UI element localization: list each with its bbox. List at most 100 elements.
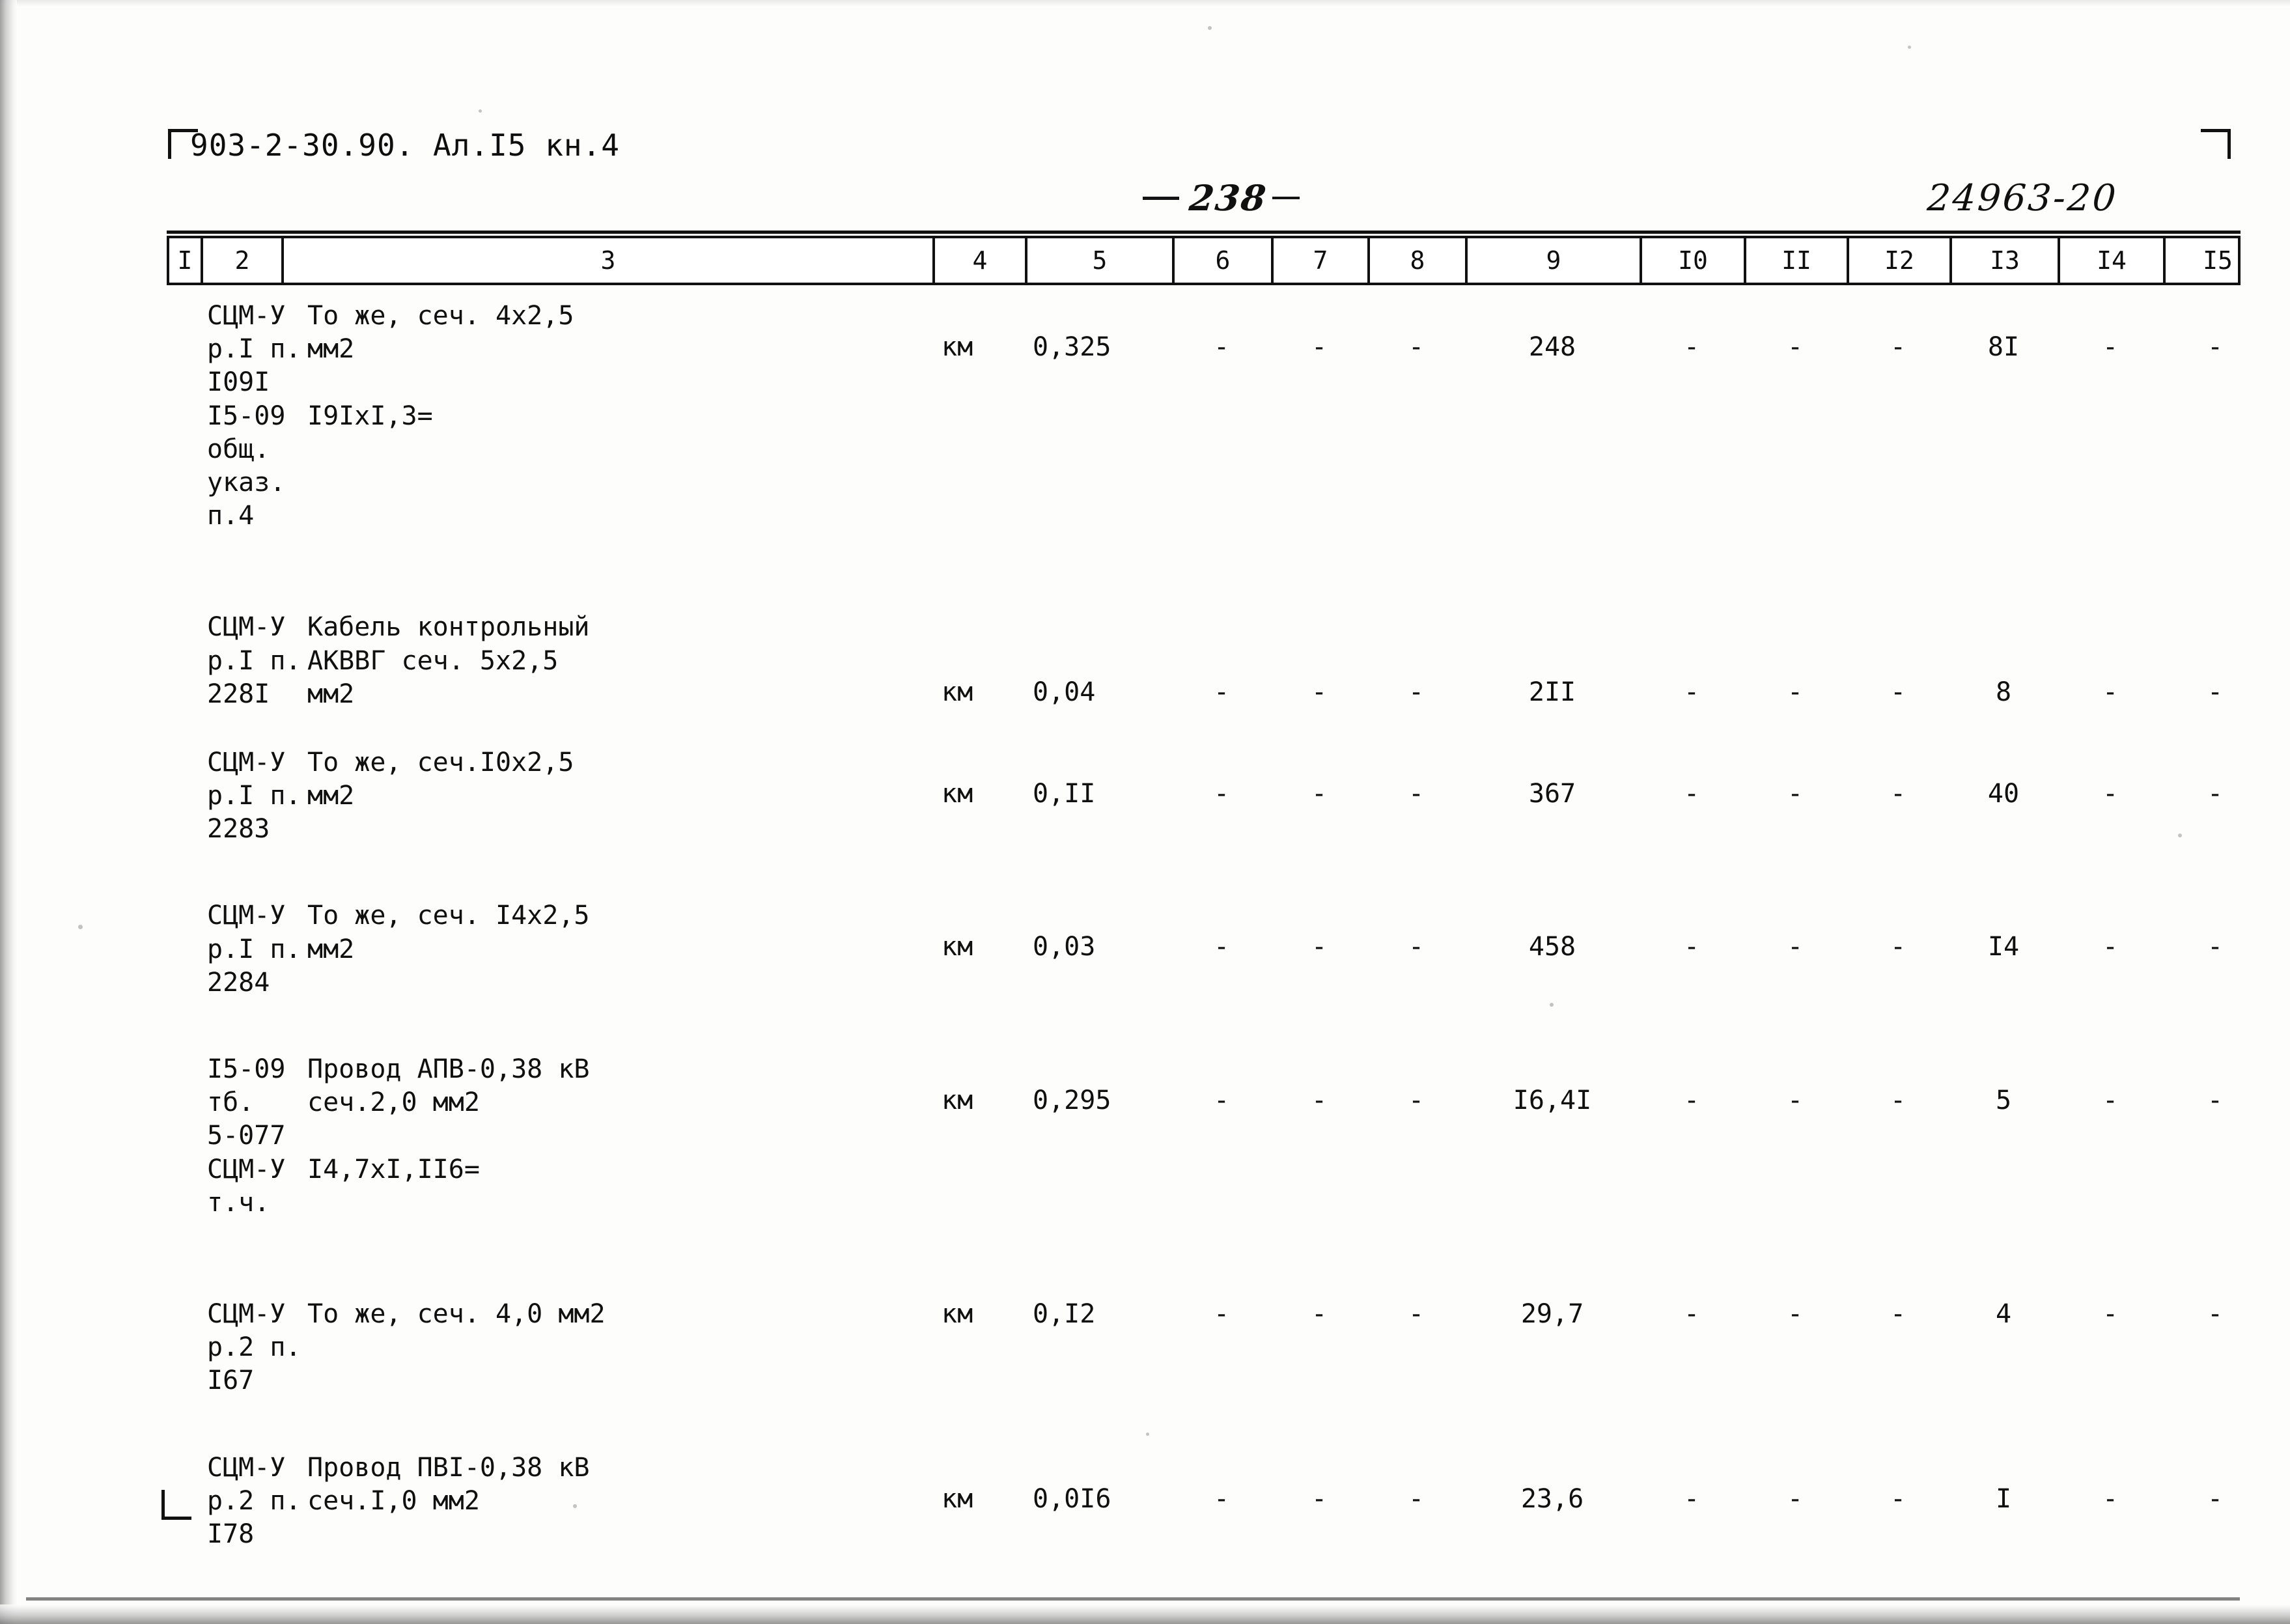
cell-col13: 8 xyxy=(1995,677,2012,708)
cell-col2-reference: I5-09 тб. 5-077 СЦМ-У т.ч. xyxy=(207,1054,286,1218)
column-header-2: 2 xyxy=(203,238,284,283)
scan-speckle xyxy=(479,109,482,113)
cell-col5-quantity: 0,03 xyxy=(1033,932,1096,962)
cell-col14: - xyxy=(2102,1483,2119,1514)
cell-col3-description: Провод АПВ-0,38 кВ сеч.2,0 мм2 I4,7xI,II… xyxy=(307,1054,590,1184)
cell-col2-reference: СЦМ-У р.I п. 2284 xyxy=(207,901,301,998)
cell-col3-description: То же, сеч. I4х2,5 мм2 xyxy=(307,901,590,964)
scan-edge-top xyxy=(0,0,2290,7)
cell-col12: - xyxy=(1890,1483,1906,1514)
cell-col2-reference: СЦМ-У р.I п. I09I I5-09 общ. указ. п.4 xyxy=(207,301,301,531)
cell-col6: - xyxy=(1213,1298,1230,1329)
cell-col13: 8I xyxy=(1987,332,2020,362)
document-code: 903-2-30.90. Ал.I5 кн.4 xyxy=(190,128,620,163)
cell-col15: - xyxy=(2207,1483,2224,1514)
cell-col15: - xyxy=(2207,677,2224,708)
cell-col10: - xyxy=(1683,332,1700,362)
cell-col7: - xyxy=(1311,778,1328,809)
cell-col8: - xyxy=(1408,677,1425,708)
cell-col3-description: То же, сеч. 4,0 мм2 xyxy=(307,1298,606,1329)
table-row: СЦМ-У р.I п. 2283 То же, сеч.I0х2,5 мм2 … xyxy=(167,746,2241,847)
column-header-7: 7 xyxy=(1274,238,1370,283)
cell-col3-description: Провод ПВI-0,38 кВ сеч.I,0 мм2 xyxy=(307,1452,590,1516)
cell-col4-unit: км xyxy=(942,778,973,809)
column-header-8: 8 xyxy=(1370,238,1468,283)
cell-col15: - xyxy=(2207,778,2224,809)
cell-col9: 2II xyxy=(1528,677,1576,708)
column-header-6: 6 xyxy=(1175,238,1274,283)
row-spacer xyxy=(167,846,2241,899)
table-row: СЦМ-У р.I п. 2284 То же, сеч. I4х2,5 мм2… xyxy=(167,899,2241,1000)
column-header-4: 4 xyxy=(935,238,1027,283)
cell-col3-description: То же, сеч.I0х2,5 мм2 xyxy=(307,747,574,811)
cell-col15: - xyxy=(2207,1298,2224,1329)
column-header-12: I2 xyxy=(1849,238,1952,283)
cell-col10: - xyxy=(1683,1483,1700,1514)
cell-col8: - xyxy=(1408,332,1425,362)
cell-col6: - xyxy=(1213,778,1230,809)
cell-col11: - xyxy=(1787,1483,1804,1514)
cell-col10: - xyxy=(1683,677,1700,708)
cell-col9: 23,6 xyxy=(1520,1483,1584,1514)
cell-col10: - xyxy=(1683,932,1700,962)
cell-col12: - xyxy=(1890,1085,1906,1115)
cell-col14: - xyxy=(2102,1298,2119,1329)
cell-col7: - xyxy=(1311,677,1328,708)
cell-col4-unit: км xyxy=(942,1085,973,1115)
page-number-group: 238 xyxy=(1143,177,1300,219)
page-number-dash-right xyxy=(1272,197,1300,199)
cell-col7: - xyxy=(1311,1483,1328,1514)
cell-col12: - xyxy=(1890,677,1906,708)
cell-col9: I6,4I xyxy=(1513,1085,1592,1115)
cell-col2-reference: СЦМ-У р.I п. 228I xyxy=(207,612,301,709)
cell-col6: - xyxy=(1213,1483,1230,1514)
cell-col2-reference: СЦМ-У р.2 п. I67 xyxy=(207,1298,301,1396)
corner-mark-top-right xyxy=(2201,129,2231,159)
cell-col5-quantity: 0,04 xyxy=(1033,677,1096,708)
cell-col7: - xyxy=(1311,932,1328,962)
cell-col11: - xyxy=(1787,1085,1804,1115)
cell-col11: - xyxy=(1787,778,1804,809)
cell-col9: 458 xyxy=(1528,932,1576,962)
cell-col11: - xyxy=(1787,332,1804,362)
cell-col14: - xyxy=(2102,932,2119,962)
column-header-13: I3 xyxy=(1952,238,2060,283)
cell-col8: - xyxy=(1408,932,1425,962)
table-row: СЦМ-У р.I п. 228I Кабель контрольный АКВ… xyxy=(167,611,2241,711)
cell-col5-quantity: 0,II xyxy=(1033,778,1096,809)
cell-col12: - xyxy=(1890,778,1906,809)
table-body: СЦМ-У р.I п. I09I I5-09 общ. указ. п.4 Т… xyxy=(167,300,2241,1551)
cell-col13: I xyxy=(1995,1483,2012,1514)
cell-col14: - xyxy=(2102,332,2119,362)
cell-col15: - xyxy=(2207,332,2224,362)
cell-col6: - xyxy=(1213,1085,1230,1115)
table-row: СЦМ-У р.I п. I09I I5-09 общ. указ. п.4 Т… xyxy=(167,300,2241,533)
cell-col11: - xyxy=(1787,677,1804,708)
column-header-5: 5 xyxy=(1027,238,1175,283)
cell-col11: - xyxy=(1787,1298,1804,1329)
cell-col5-quantity: 0,I2 xyxy=(1033,1298,1096,1329)
scanned-document-page: 903-2-30.90. Ал.I5 кн.4 238 24963-20 I 2… xyxy=(0,0,2290,1624)
cell-col14: - xyxy=(2102,1085,2119,1115)
column-header-3: 3 xyxy=(284,238,935,283)
cell-col7: - xyxy=(1311,1298,1328,1329)
cell-col13: 5 xyxy=(1995,1085,2012,1115)
cell-col6: - xyxy=(1213,332,1230,362)
cell-col4-unit: км xyxy=(942,1483,973,1514)
cell-col12: - xyxy=(1890,1298,1906,1329)
table-column-header-row: I 2 3 4 5 6 7 8 9 I0 II I2 I3 I4 I5 xyxy=(167,231,2241,285)
cell-col14: - xyxy=(2102,778,2119,809)
column-header-10: I0 xyxy=(1642,238,1746,283)
cell-col10: - xyxy=(1683,1298,1700,1329)
column-header-14: I4 xyxy=(2060,238,2166,283)
column-header-15: I5 xyxy=(2203,246,2233,275)
cell-col8: - xyxy=(1408,1298,1425,1329)
archive-number: 24963-20 xyxy=(1925,177,2119,219)
cell-col5-quantity: 0,295 xyxy=(1033,1085,1111,1115)
cell-col9: 367 xyxy=(1528,778,1576,809)
scan-speckle xyxy=(1908,46,1911,49)
cell-col4-unit: км xyxy=(942,677,973,708)
cell-col7: - xyxy=(1311,1085,1328,1115)
cell-col6: - xyxy=(1213,932,1230,962)
cell-col12: - xyxy=(1890,932,1906,962)
